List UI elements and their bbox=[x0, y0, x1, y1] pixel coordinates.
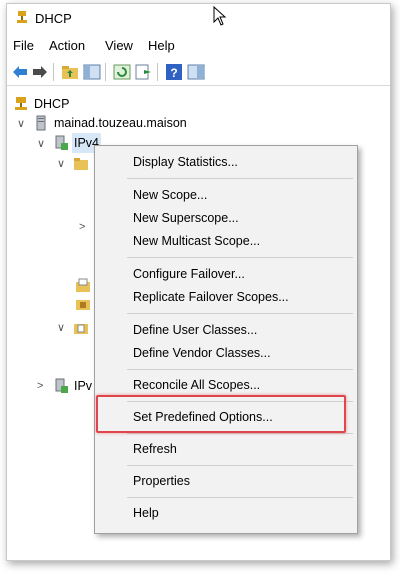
tree-label-ipv6: IPv bbox=[74, 379, 93, 393]
menu-separator bbox=[127, 497, 353, 498]
menu-item-new-superscope[interactable]: New Superscope... bbox=[133, 209, 239, 227]
ipv4-icon bbox=[55, 135, 68, 150]
folder-icon bbox=[74, 158, 88, 170]
tree-label-server: mainad.touzeau.maison bbox=[54, 116, 187, 130]
window-title: DHCP bbox=[35, 11, 72, 26]
help-icon[interactable]: ? bbox=[165, 63, 183, 81]
title-bar: DHCP bbox=[7, 4, 390, 32]
filters-folder-icon bbox=[76, 300, 90, 310]
menu-item-display-statistics[interactable]: Display Statistics... bbox=[133, 153, 238, 171]
menu-item-new-multicast-scope[interactable]: New Multicast Scope... bbox=[133, 232, 260, 250]
menu-item-refresh[interactable]: Refresh bbox=[133, 440, 177, 458]
menu-item-help[interactable]: Help bbox=[133, 504, 159, 522]
menu-view[interactable]: View bbox=[105, 38, 133, 53]
dhcp-icon bbox=[15, 97, 27, 110]
menu-separator bbox=[127, 257, 353, 258]
menu-item-reconcile-all-scopes[interactable]: Reconcile All Scopes... bbox=[133, 376, 260, 394]
chevron-down-icon[interactable]: ∨ bbox=[17, 117, 25, 130]
chevron-right-icon[interactable]: > bbox=[37, 380, 43, 392]
dhcp-app-icon bbox=[17, 11, 27, 23]
export-list-icon[interactable] bbox=[135, 63, 153, 81]
chevron-down-icon[interactable]: ∨ bbox=[37, 137, 45, 150]
mouse-cursor-icon bbox=[213, 6, 227, 26]
menu-file[interactable]: File bbox=[13, 38, 34, 53]
menu-bar: File Action View Help bbox=[7, 35, 390, 55]
toolbar-separator bbox=[53, 63, 54, 81]
up-folder-icon[interactable] bbox=[61, 63, 79, 81]
toolbar-separator bbox=[105, 63, 106, 81]
menu-help[interactable]: Help bbox=[148, 38, 175, 53]
context-menu: Display Statistics... New Scope... New S… bbox=[94, 145, 358, 534]
menu-item-properties[interactable]: Properties bbox=[133, 472, 190, 490]
menu-action[interactable]: Action bbox=[49, 38, 85, 53]
menu-item-new-scope[interactable]: New Scope... bbox=[133, 186, 207, 204]
highlight-box bbox=[96, 395, 346, 433]
chevron-right-icon[interactable]: > bbox=[79, 221, 85, 233]
policies-folder-icon bbox=[74, 324, 88, 334]
ipv6-icon bbox=[55, 378, 68, 393]
back-arrow-icon[interactable] bbox=[11, 63, 29, 81]
show-hide-tree-icon[interactable] bbox=[83, 63, 101, 81]
svg-text:?: ? bbox=[170, 66, 177, 80]
menu-separator bbox=[127, 465, 353, 466]
chevron-down-icon[interactable]: ∨ bbox=[57, 321, 65, 334]
toolbar: ? bbox=[7, 59, 390, 86]
menu-separator bbox=[127, 313, 353, 314]
forward-arrow-icon[interactable] bbox=[31, 63, 49, 81]
menu-separator bbox=[127, 433, 353, 434]
chevron-down-icon[interactable]: ∨ bbox=[57, 157, 65, 170]
menu-item-define-vendor-classes[interactable]: Define Vendor Classes... bbox=[133, 344, 271, 362]
properties-pane-icon[interactable] bbox=[187, 63, 205, 81]
menu-item-define-user-classes[interactable]: Define User Classes... bbox=[133, 321, 257, 339]
menu-separator bbox=[127, 178, 353, 179]
refresh-icon[interactable] bbox=[113, 63, 131, 81]
failover-folder-icon bbox=[76, 278, 90, 292]
toolbar-separator bbox=[157, 63, 158, 81]
menu-item-replicate-failover-scopes[interactable]: Replicate Failover Scopes... bbox=[133, 288, 289, 306]
menu-item-configure-failover[interactable]: Configure Failover... bbox=[133, 265, 245, 283]
tree-label-dhcp: DHCP bbox=[34, 97, 70, 111]
server-icon bbox=[36, 115, 46, 131]
menu-separator bbox=[127, 369, 353, 370]
